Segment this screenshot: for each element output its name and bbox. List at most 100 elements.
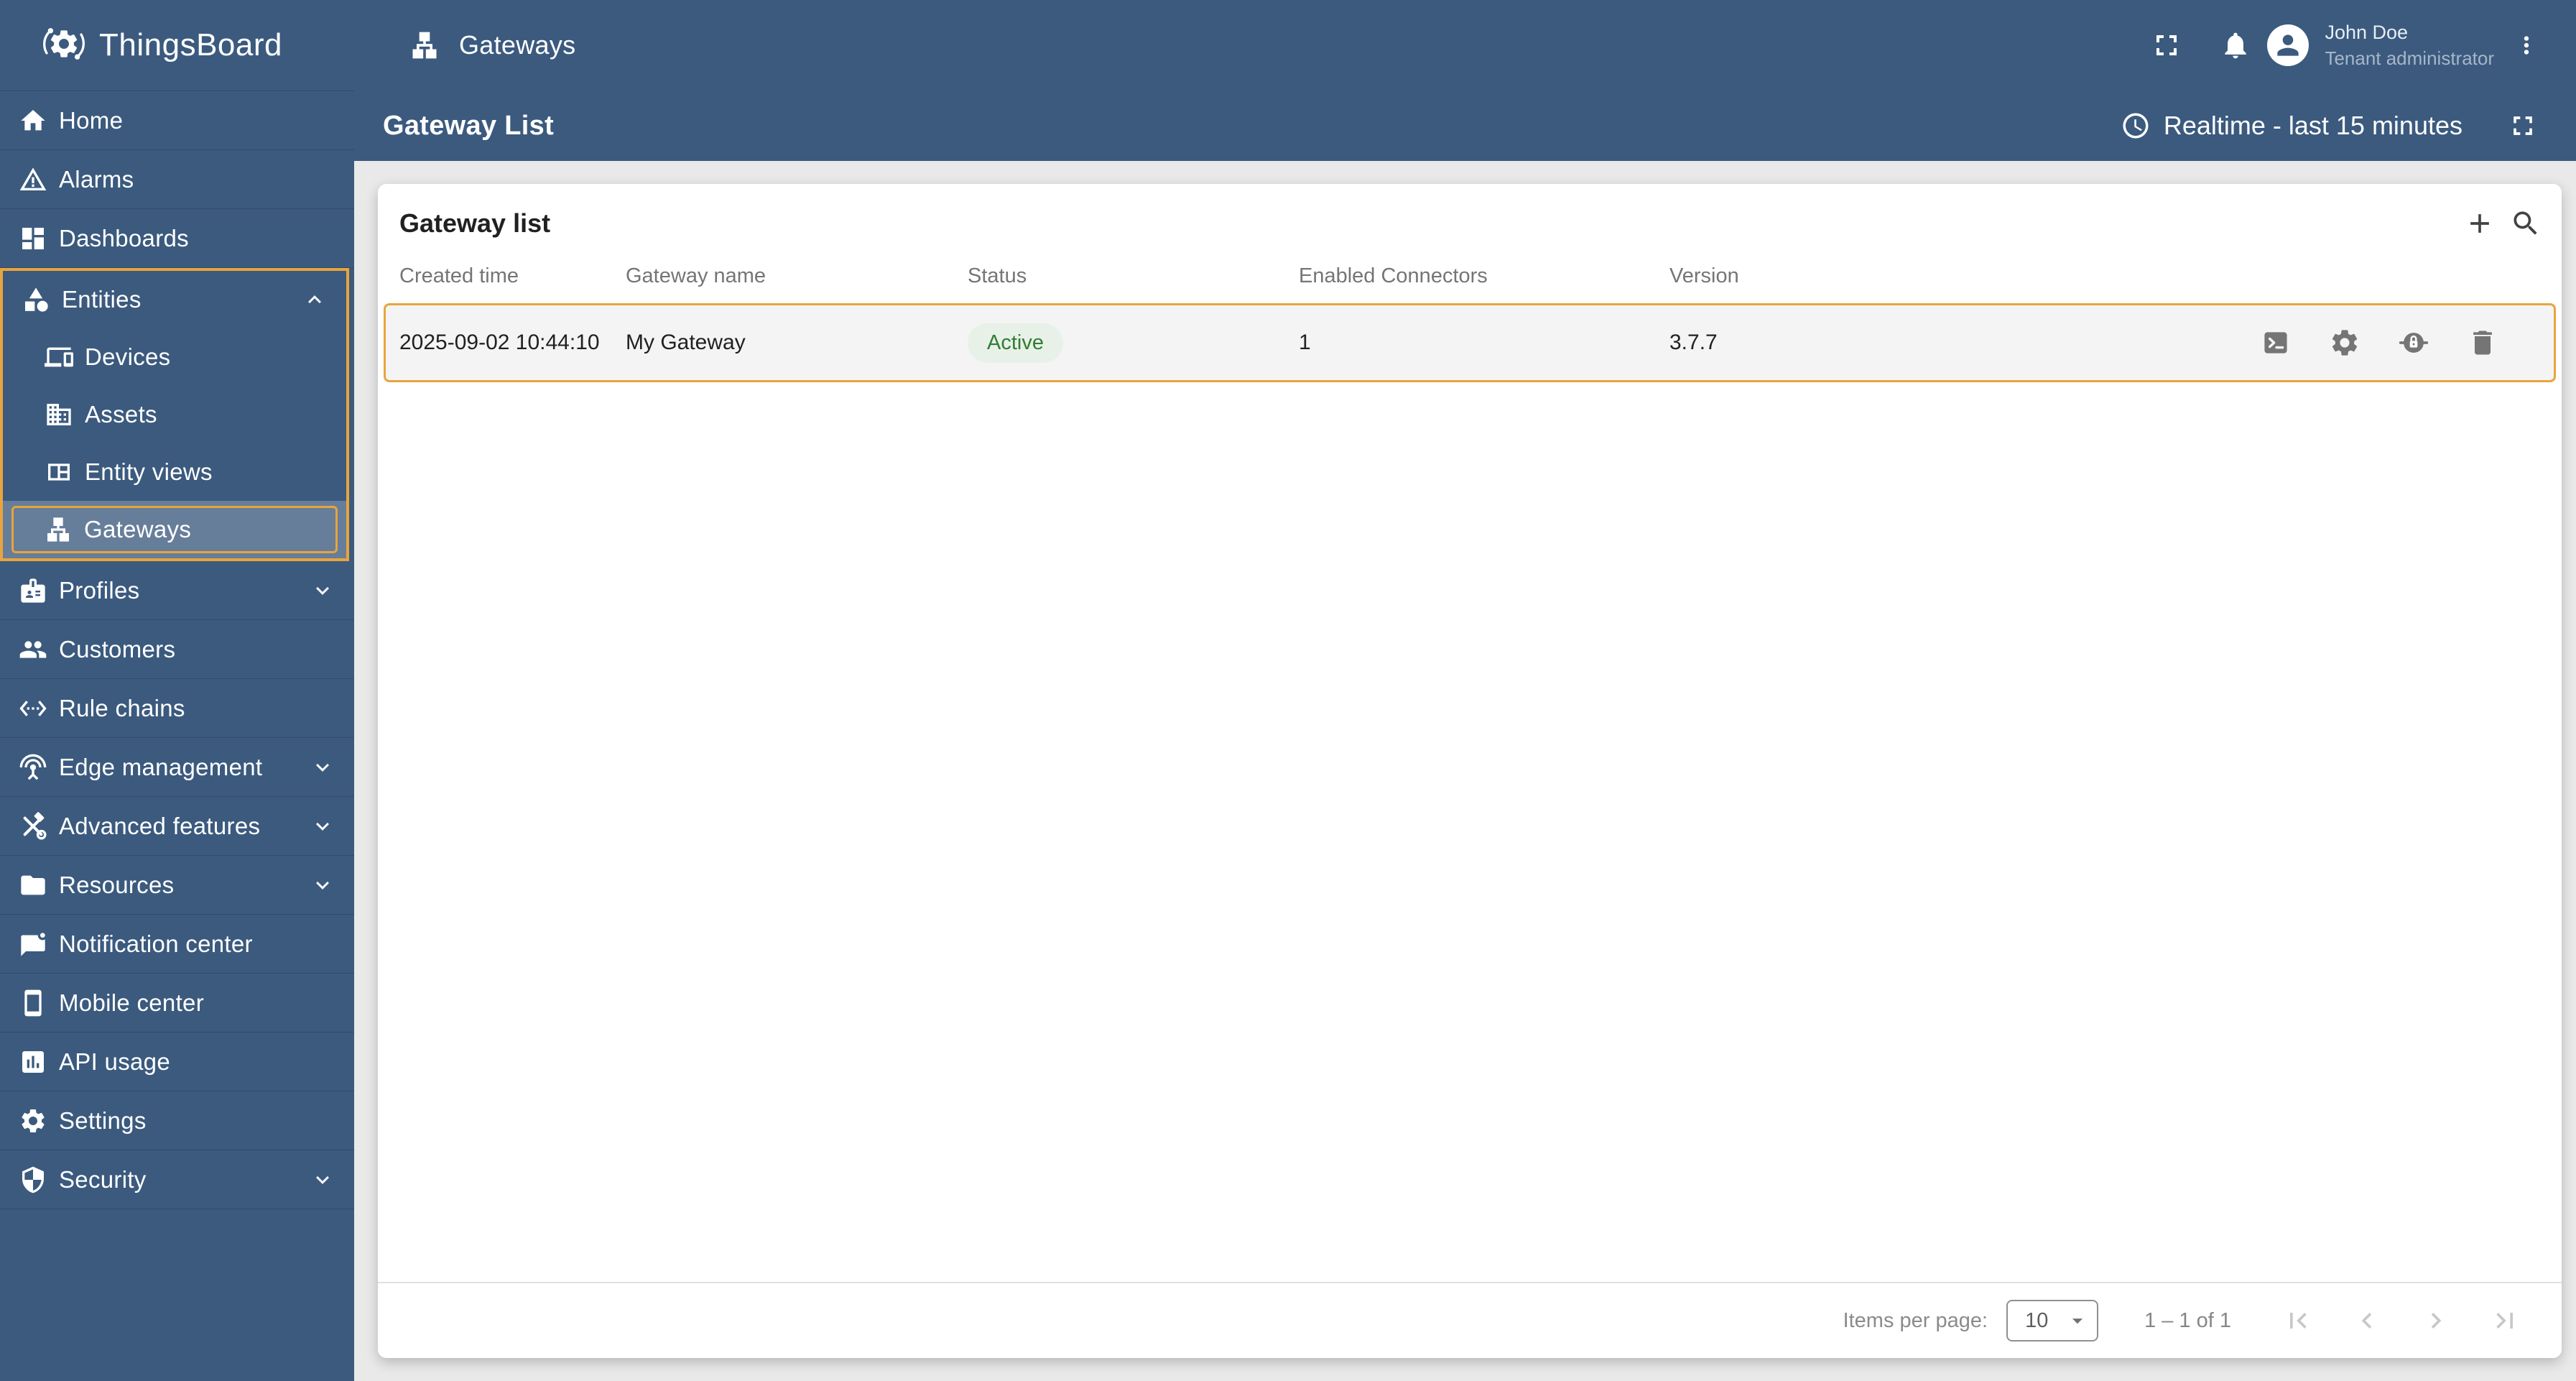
sidebar-item-label: Home	[59, 106, 124, 134]
timewindow-button[interactable]: Realtime - last 15 minutes	[2121, 111, 2463, 141]
delete-button[interactable]	[2455, 315, 2511, 371]
status-badge: Active	[968, 323, 1063, 363]
more-vert-icon	[2524, 36, 2529, 55]
rule-chains-ethernet-icon	[19, 700, 47, 716]
chevron-down-icon	[316, 1176, 329, 1184]
sidebar-item-assets[interactable]: Assets	[3, 386, 346, 443]
sidebar-item-label: API usage	[59, 1048, 170, 1075]
thingsboard-gear-logo-icon	[42, 22, 86, 70]
entities-group-highlight: Entities Devices Assets Entity views Gat…	[0, 268, 349, 561]
app-root: ThingsBoard Home Alarms Dashboards Entit…	[0, 0, 2576, 1381]
credentials-button[interactable]	[2386, 315, 2442, 371]
resources-folder-icon	[21, 875, 45, 895]
sidebar-item-profiles[interactable]: Profiles	[0, 561, 354, 620]
api-usage-chart-icon	[22, 1050, 44, 1073]
brand-logo[interactable]: ThingsBoard	[0, 0, 354, 91]
trash-icon	[2473, 331, 2492, 355]
alarm-warning-icon	[19, 167, 47, 190]
plus-icon	[2470, 214, 2489, 233]
page-size-value: 10	[2025, 1308, 2049, 1332]
dashboard-content: Gateway list Created time Gateway name S…	[354, 161, 2576, 1381]
entity-views-grid-icon	[48, 463, 70, 481]
sidebar-item-resources[interactable]: Resources	[0, 856, 354, 915]
launch-command-button[interactable]	[2248, 315, 2304, 371]
column-header-enabled-connectors[interactable]: Enabled Connectors	[1299, 264, 1669, 288]
chevron-left-icon	[2361, 1313, 2372, 1329]
chevron-down-icon	[316, 763, 329, 772]
top-header: Gateways John Doe Tenant administrator	[354, 0, 2576, 91]
user-menu[interactable]: John Doe Tenant administrator	[2267, 19, 2494, 71]
terminal-icon	[2264, 332, 2287, 354]
notifications-button[interactable]	[2220, 29, 2251, 61]
sidebar-item-dashboards[interactable]: Dashboards	[0, 209, 354, 268]
fullscreen-button[interactable]	[2149, 28, 2184, 63]
sidebar-item-entity-views[interactable]: Entity views	[3, 443, 346, 501]
mobile-phone-icon	[24, 989, 42, 1016]
dashboard-fullscreen-button[interactable]	[2507, 110, 2539, 142]
advanced-features-tools-icon	[23, 811, 47, 839]
dashboard-toolbar: Gateway List Realtime - last 15 minutes	[354, 91, 2576, 161]
column-header-created-time[interactable]: Created time	[399, 264, 626, 288]
security-shield-icon	[22, 1166, 44, 1193]
sidebar-item-customers[interactable]: Customers	[0, 620, 354, 679]
brand-name: ThingsBoard	[99, 27, 282, 63]
sidebar-item-advanced-features[interactable]: Advanced features	[0, 797, 354, 856]
paginator: Items per page: 10 1 – 1 of 1	[378, 1282, 2562, 1358]
sidebar-item-gateways-selected-frame: Gateways	[11, 506, 338, 553]
cell-created-time: 2025-09-02 10:44:10	[399, 331, 600, 354]
gear-icon	[2332, 330, 2358, 356]
sidebar-item-settings[interactable]: Settings	[0, 1091, 354, 1150]
more-menu-button[interactable]	[2513, 32, 2540, 59]
sidebar-item-security[interactable]: Security	[0, 1150, 354, 1209]
search-button[interactable]	[2503, 200, 2549, 246]
column-header-status[interactable]: Status	[968, 264, 1299, 288]
sidebar-item-api-usage[interactable]: API usage	[0, 1033, 354, 1091]
table-row[interactable]: 2025-09-02 10:44:10 My Gateway Active 1 …	[384, 303, 2556, 382]
fullscreen-icon	[2514, 116, 2532, 135]
page-title: Gateways	[459, 30, 576, 60]
user-role: Tenant administrator	[2325, 47, 2494, 69]
page-size-select[interactable]: 10	[2006, 1300, 2099, 1341]
sidebar-item-label: Security	[59, 1165, 147, 1193]
gateways-lan-icon	[47, 517, 69, 542]
first-page-icon	[2290, 1313, 2307, 1329]
sidebar-item-devices[interactable]: Devices	[3, 328, 346, 386]
gateway-settings-button[interactable]	[2317, 315, 2373, 371]
sidebar-item-rule-chains[interactable]: Rule chains	[0, 679, 354, 738]
previous-page-button[interactable]	[2342, 1295, 2392, 1346]
paginator-nav	[2273, 1295, 2530, 1346]
dashboard-title: Gateway List	[383, 110, 555, 141]
sidebar-item-alarms[interactable]: Alarms	[0, 150, 354, 209]
sidebar-item-label: Dashboards	[59, 224, 189, 251]
timewindow-label: Realtime - last 15 minutes	[2163, 111, 2463, 140]
gateways-lan-icon	[412, 32, 437, 59]
sidebar-item-mobile-center[interactable]: Mobile center	[0, 974, 354, 1033]
sidebar-item-label: Rule chains	[59, 694, 185, 721]
bell-icon	[2225, 32, 2247, 59]
user-info: John Doe Tenant administrator	[2325, 19, 2494, 71]
column-header-gateway-name[interactable]: Gateway name	[626, 264, 968, 288]
sidebar-item-gateways[interactable]: Gateways	[3, 501, 346, 558]
chevron-down-icon	[316, 822, 329, 831]
sidebar-nav: Home Alarms Dashboards Entities Devices	[0, 91, 354, 1209]
column-header-version[interactable]: Version	[1669, 264, 2029, 288]
first-page-button[interactable]	[2273, 1295, 2323, 1346]
sidebar-item-entities[interactable]: Entities	[3, 271, 346, 328]
next-page-button[interactable]	[2411, 1295, 2461, 1346]
edge-antenna-icon	[19, 754, 47, 780]
assets-building-icon	[47, 404, 71, 425]
add-gateway-button[interactable]	[2457, 200, 2503, 246]
notification-bubble-icon	[21, 930, 47, 956]
sidebar-item-label: Mobile center	[59, 989, 204, 1016]
dropdown-arrow-icon	[2072, 1318, 2083, 1324]
items-per-page-label: Items per page:	[1843, 1308, 1988, 1332]
settings-gear-icon	[22, 1109, 45, 1132]
chevron-down-icon	[316, 881, 329, 890]
last-page-button[interactable]	[2480, 1295, 2530, 1346]
sidebar-item-home[interactable]: Home	[0, 91, 354, 150]
sidebar-item-label: Gateways	[84, 516, 192, 542]
gateway-list-widget: Gateway list Created time Gateway name S…	[378, 184, 2562, 1358]
sidebar-item-notification-center[interactable]: Notification center	[0, 915, 354, 974]
sidebar-item-edge-management[interactable]: Edge management	[0, 738, 354, 797]
main-column: Gateways John Doe Tenant administrator G…	[354, 0, 2576, 1381]
